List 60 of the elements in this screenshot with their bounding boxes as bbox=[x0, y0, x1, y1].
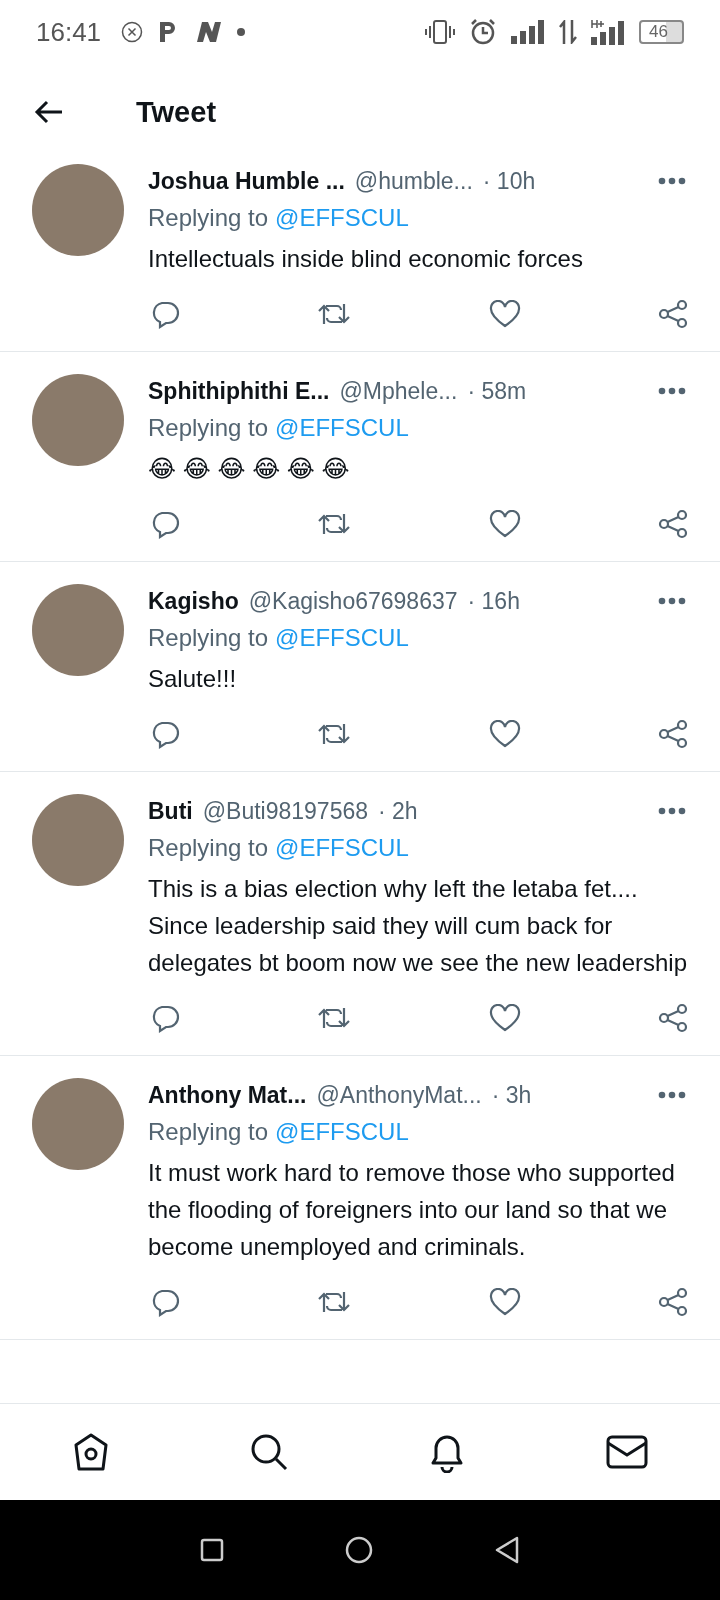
user-name[interactable]: Joshua Humble ... bbox=[148, 167, 345, 195]
tweet-text: This is a bias election why left the letaba fet.... Since leadership said they will cum back for delegates bt boom now we see the new leadership bbox=[148, 874, 688, 978]
heart-icon[interactable] bbox=[488, 510, 521, 538]
user-handle: @Kagisho67698637 bbox=[248, 587, 458, 615]
user-handle: @AnthonyMat... bbox=[316, 1081, 482, 1109]
user-handle: @Mphele... bbox=[339, 377, 458, 405]
more-options-icon[interactable] bbox=[658, 177, 686, 185]
more-options-icon[interactable] bbox=[658, 597, 686, 605]
signal-icon bbox=[511, 20, 546, 44]
tweet-text: It must work hard to remove those who supported the flooding of foreigners into our land so that we become unemployed and criminals. bbox=[148, 1158, 676, 1262]
heart-icon[interactable] bbox=[488, 1004, 521, 1032]
replying-label: Replying to bbox=[148, 414, 269, 442]
user-name[interactable]: Kagisho bbox=[148, 587, 239, 615]
share-icon[interactable] bbox=[658, 719, 688, 749]
back-arrow-icon[interactable] bbox=[34, 100, 64, 124]
home-icon[interactable] bbox=[72, 1432, 110, 1472]
dot-icon bbox=[237, 28, 246, 36]
back-triangle-icon[interactable] bbox=[493, 1536, 520, 1564]
user-handle: @Buti98197568 bbox=[202, 797, 369, 825]
recent-apps-icon[interactable] bbox=[200, 1538, 225, 1562]
user-handle: @humble... bbox=[354, 167, 473, 195]
battery-indicator: 46 bbox=[639, 20, 684, 44]
tweet-text: Intellectuals inside blind economic forces bbox=[148, 244, 584, 274]
more-options-icon[interactable] bbox=[658, 807, 686, 815]
tweet-text: Salute!!! bbox=[148, 664, 238, 694]
vibrate-icon bbox=[425, 19, 456, 45]
share-icon[interactable] bbox=[658, 1003, 688, 1033]
replying-label: Replying to bbox=[148, 1118, 269, 1146]
reply-icon[interactable] bbox=[150, 1003, 180, 1033]
more-options-icon[interactable] bbox=[658, 387, 686, 395]
heart-icon[interactable] bbox=[488, 1288, 521, 1316]
tweet-time: · 16h bbox=[467, 587, 520, 615]
data-arrows-icon bbox=[559, 20, 578, 44]
replying-label: Replying to bbox=[148, 204, 269, 232]
tweet-text: 😂 😂 😂 😂 😂 😂 bbox=[148, 454, 351, 484]
status-time: 16:41 bbox=[36, 16, 102, 48]
reply-icon[interactable] bbox=[150, 299, 180, 329]
share-icon[interactable] bbox=[658, 1287, 688, 1317]
user-name[interactable]: Anthony Mat... bbox=[148, 1081, 307, 1109]
tweet-time: · 3h bbox=[491, 1081, 532, 1109]
reply-icon[interactable] bbox=[150, 719, 180, 749]
user-name[interactable]: Sphithiphithi E... bbox=[148, 377, 330, 405]
home-circle-icon[interactable] bbox=[345, 1536, 373, 1564]
mail-icon[interactable] bbox=[605, 1435, 648, 1469]
signal-hplus-icon bbox=[591, 19, 626, 45]
user-name[interactable]: Buti bbox=[148, 797, 193, 825]
tweet-time: · 2h bbox=[378, 797, 418, 825]
heart-icon[interactable] bbox=[488, 720, 521, 748]
reply-icon[interactable] bbox=[150, 509, 180, 539]
tweet-time: · 58m bbox=[467, 377, 527, 405]
share-icon[interactable] bbox=[658, 509, 688, 539]
reply-icon[interactable] bbox=[150, 1287, 180, 1317]
replying-label: Replying to bbox=[148, 834, 269, 862]
close-circle-icon bbox=[121, 21, 144, 43]
share-icon[interactable] bbox=[658, 299, 688, 329]
heart-icon[interactable] bbox=[488, 300, 521, 328]
more-options-icon[interactable] bbox=[658, 1091, 686, 1099]
header-title: Tweet bbox=[136, 95, 217, 129]
replying-label: Replying to bbox=[148, 624, 269, 652]
tweet-time: · 10h bbox=[482, 167, 536, 195]
